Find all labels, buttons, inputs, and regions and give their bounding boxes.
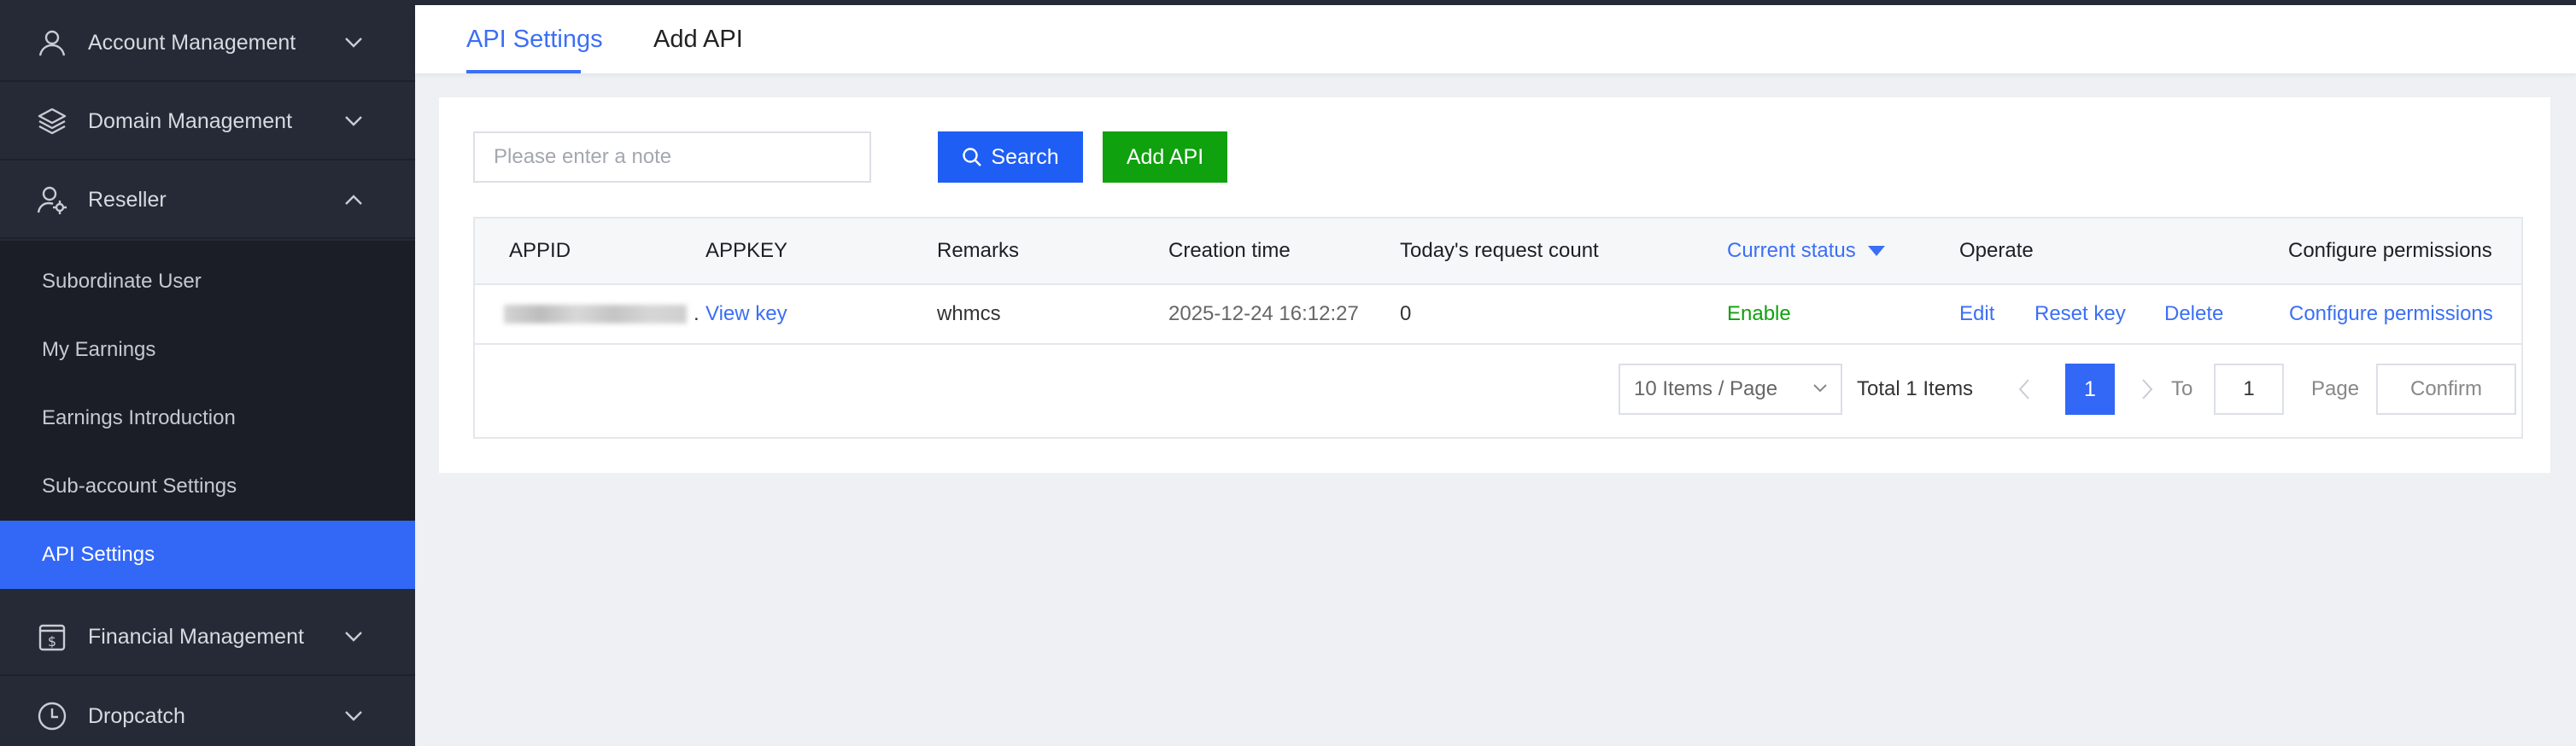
next-page-button[interactable] bbox=[2130, 364, 2164, 415]
column-header-remarks: Remarks bbox=[937, 239, 1020, 262]
chevron-up-icon bbox=[339, 185, 368, 214]
sidebar-group-dropcatch[interactable]: Dropcatch bbox=[0, 678, 415, 746]
chevron-down-icon bbox=[339, 622, 368, 651]
sidebar-item-label: Earnings Introduction bbox=[42, 406, 236, 429]
active-tab-indicator bbox=[466, 70, 581, 73]
prev-page-button[interactable] bbox=[2007, 364, 2041, 415]
sidebar-item-label: My Earnings bbox=[42, 338, 156, 361]
tab-api-settings[interactable]: API Settings bbox=[466, 5, 603, 73]
tab-add-api[interactable]: Add API bbox=[653, 5, 743, 73]
filter-caret-icon bbox=[1867, 246, 1885, 256]
sidebar-group-reseller[interactable]: Reseller bbox=[0, 162, 415, 239]
column-header-operate: Operate bbox=[1959, 239, 2034, 262]
chevron-down-icon bbox=[339, 28, 368, 57]
layers-icon bbox=[34, 103, 70, 139]
chevron-down-icon bbox=[339, 107, 368, 136]
sidebar-group-label: Financial Management bbox=[88, 624, 304, 649]
remarks-cell: whmcs bbox=[937, 302, 1001, 325]
appid-suffix: . bbox=[694, 302, 700, 325]
clock-icon bbox=[34, 698, 70, 734]
column-header-appkey: APPKEY bbox=[705, 239, 788, 262]
sidebar-item-subaccount-settings[interactable]: Sub-account Settings bbox=[0, 452, 415, 521]
tab-bar: API Settings Add API bbox=[415, 5, 2576, 73]
user-icon bbox=[34, 25, 70, 61]
table-row: . View key whmcs 2025-12-24 16:12:27 0 E… bbox=[475, 285, 2521, 345]
sidebar-group-label: Account Management bbox=[88, 30, 296, 55]
sidebar-group-financial-management[interactable]: $ Financial Management bbox=[0, 599, 415, 676]
sidebar-item-my-earnings[interactable]: My Earnings bbox=[0, 316, 415, 384]
api-table: APPID APPKEY Remarks Creation time Today… bbox=[473, 217, 2523, 439]
add-api-button[interactable]: Add API bbox=[1103, 131, 1227, 183]
page-size-select[interactable]: 10 Items / Page bbox=[1619, 364, 1842, 415]
sidebar-group-label: Domain Management bbox=[88, 108, 293, 133]
column-header-current-status[interactable]: Current status bbox=[1727, 219, 1885, 283]
column-header-label: Current status bbox=[1727, 239, 1856, 262]
search-button-label: Search bbox=[991, 144, 1059, 169]
sidebar-item-label: API Settings bbox=[42, 543, 155, 566]
chevron-down-icon bbox=[1810, 377, 1830, 404]
column-header-request-count: Today's request count bbox=[1400, 239, 1599, 262]
main-content: API Settings Add API Search Add API APPI… bbox=[415, 0, 2576, 746]
reset-key-link[interactable]: Reset key bbox=[2034, 285, 2126, 343]
column-header-configure-permissions: Configure permissions bbox=[2288, 239, 2492, 262]
sidebar-item-subordinate-user[interactable]: Subordinate User bbox=[0, 248, 415, 316]
column-header-appid: APPID bbox=[509, 239, 571, 262]
creation-time-cell: 2025-12-24 16:12:27 bbox=[1168, 302, 1359, 325]
sidebar-group-domain-management[interactable]: Domain Management bbox=[0, 84, 415, 160]
request-count-cell: 0 bbox=[1400, 302, 1412, 325]
configure-permissions-link[interactable]: Configure permissions bbox=[2289, 285, 2493, 343]
svg-text:$: $ bbox=[48, 633, 56, 650]
redacted-appid bbox=[504, 305, 687, 323]
view-key-link[interactable]: View key bbox=[705, 285, 787, 343]
sidebar-item-api-settings[interactable]: API Settings bbox=[0, 521, 415, 589]
sidebar-group-label: Dropcatch bbox=[88, 703, 185, 728]
finance-icon: $ bbox=[34, 619, 70, 655]
sidebar-item-earnings-introduction[interactable]: Earnings Introduction bbox=[0, 384, 415, 452]
appid-cell: . bbox=[504, 285, 700, 343]
note-search-input[interactable] bbox=[473, 131, 871, 183]
user-settings-icon bbox=[34, 182, 70, 218]
goto-to-label: To bbox=[2171, 377, 2193, 400]
sidebar-item-label: Sub-account Settings bbox=[42, 475, 237, 498]
total-items: Total 1 Items bbox=[1857, 377, 1974, 400]
goto-page-input[interactable] bbox=[2214, 364, 2284, 415]
status-cell: Enable bbox=[1727, 302, 1791, 325]
edit-link[interactable]: Edit bbox=[1959, 285, 1994, 343]
search-button[interactable]: Search bbox=[938, 131, 1083, 183]
confirm-page-button[interactable]: Confirm bbox=[2376, 364, 2516, 415]
search-icon bbox=[962, 147, 982, 167]
goto-page-label: Page bbox=[2311, 377, 2360, 400]
sidebar-group-account-management[interactable]: Account Management bbox=[0, 5, 415, 82]
page-size-value: 10 Items / Page bbox=[1634, 377, 1778, 400]
table-header: APPID APPKEY Remarks Creation time Today… bbox=[475, 219, 2521, 285]
column-header-creation-time: Creation time bbox=[1168, 239, 1291, 262]
delete-link[interactable]: Delete bbox=[2164, 285, 2223, 343]
reseller-submenu: Subordinate User My Earnings Earnings In… bbox=[0, 241, 415, 589]
sidebar: Account Management Domain Management Res… bbox=[0, 0, 415, 746]
page-number-1[interactable]: 1 bbox=[2065, 364, 2115, 415]
api-list-card: Search Add API APPID APPKEY Remarks Crea… bbox=[439, 97, 2550, 473]
sidebar-group-label: Reseller bbox=[88, 187, 167, 212]
sidebar-item-label: Subordinate User bbox=[42, 270, 202, 293]
chevron-down-icon bbox=[339, 702, 368, 731]
